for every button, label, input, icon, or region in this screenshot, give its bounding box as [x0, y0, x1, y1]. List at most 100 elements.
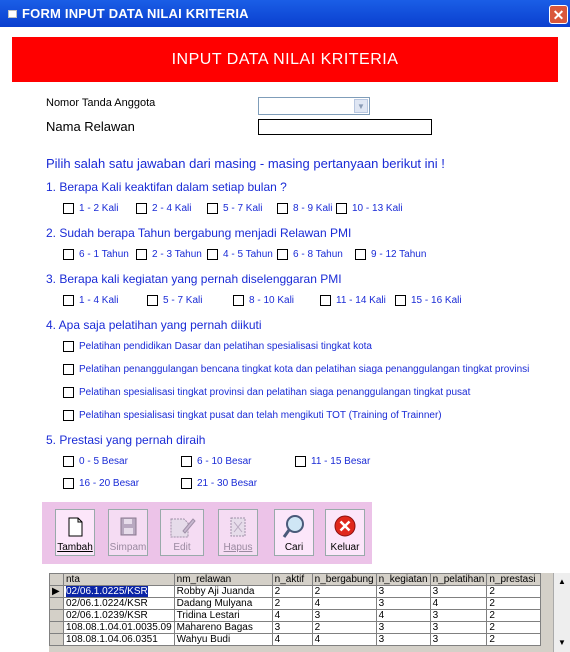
table-cell[interactable]: 3: [429, 609, 488, 622]
table-cell[interactable]: 4: [311, 633, 377, 646]
table-cell[interactable]: 2: [311, 621, 377, 634]
table-cell[interactable]: 4: [271, 633, 313, 646]
q3-option-5[interactable]: 15 - 16 Kali: [395, 295, 462, 306]
q5-option-5[interactable]: 21 - 30 Besar: [181, 478, 257, 489]
checkbox[interactable]: [336, 203, 347, 214]
column-header[interactable]: nm_relawan: [173, 573, 273, 586]
checkbox[interactable]: [63, 203, 74, 214]
q4-option-4[interactable]: Pelatihan spesialisasi tingkat pusat dan…: [63, 410, 442, 421]
table-row[interactable]: ▶ 02/06.1.0225/KSR Robby Aji Juanda 2 2 …: [49, 585, 542, 598]
q4-option-1[interactable]: Pelatihan pendidikan Dasar dan pelatihan…: [63, 341, 372, 352]
checkbox[interactable]: [395, 295, 406, 306]
q3-option-3[interactable]: 8 - 10 Kali: [233, 295, 294, 306]
table-cell[interactable]: 3: [271, 621, 313, 634]
edit-button[interactable]: Edit: [160, 509, 204, 556]
table-cell[interactable]: 3: [375, 633, 431, 646]
column-header[interactable]: n_prestasi: [486, 573, 542, 586]
table-cell[interactable]: 4: [375, 609, 431, 622]
table-cell[interactable]: 2: [486, 609, 542, 622]
q5-option-1[interactable]: 0 - 5 Besar: [63, 456, 128, 467]
checkbox[interactable]: [295, 456, 306, 467]
table-cell[interactable]: 3: [429, 633, 488, 646]
checkbox[interactable]: [277, 249, 288, 260]
q4-option-2[interactable]: Pelatihan penanggulangan bencana tingkat…: [63, 364, 529, 375]
checkbox[interactable]: [277, 203, 288, 214]
checkbox[interactable]: [181, 456, 192, 467]
column-header[interactable]: nta: [63, 573, 175, 586]
table-cell[interactable]: Dadang Mulyana: [173, 597, 273, 610]
column-header[interactable]: n_kegiatan: [375, 573, 431, 586]
column-header[interactable]: n_pelatihan: [429, 573, 488, 586]
checkbox[interactable]: [63, 341, 74, 352]
q3-option-2[interactable]: 5 - 7 Kali: [147, 295, 202, 306]
q2-option-1[interactable]: 6 - 1 Tahun: [63, 249, 129, 260]
table-cell[interactable]: 3: [375, 585, 431, 598]
table-cell[interactable]: 2: [271, 597, 313, 610]
q2-option-2[interactable]: 2 - 3 Tahun: [136, 249, 202, 260]
q5-option-4[interactable]: 16 - 20 Besar: [63, 478, 139, 489]
table-cell[interactable]: 3: [311, 609, 377, 622]
table-cell[interactable]: 108.08.1.04.06.0351: [63, 633, 175, 646]
close-button[interactable]: ✕: [549, 5, 568, 24]
checkbox[interactable]: [63, 249, 74, 260]
table-cell[interactable]: 2: [486, 633, 542, 646]
table-cell[interactable]: Wahyu Budi: [173, 633, 273, 646]
table-cell[interactable]: 2: [486, 621, 542, 634]
table-cell[interactable]: 4: [271, 609, 313, 622]
table-cell[interactable]: 3: [429, 621, 488, 634]
table-cell[interactable]: 108.08.1.04.01.0035.09: [63, 621, 175, 634]
column-header[interactable]: n_bergabung: [311, 573, 377, 586]
checkbox[interactable]: [320, 295, 331, 306]
table-cell[interactable]: 3: [375, 597, 431, 610]
table-cell[interactable]: 3: [429, 585, 488, 598]
table-cell[interactable]: Tridina Lestari: [173, 609, 273, 622]
checkbox[interactable]: [63, 295, 74, 306]
table-row[interactable]: 02/06.1.0224/KSR Dadang Mulyana 2 4 3 4 …: [49, 597, 542, 610]
q3-option-4[interactable]: 11 - 14 Kali: [320, 295, 386, 306]
table-cell[interactable]: 2: [271, 585, 313, 598]
table-cell[interactable]: 02/06.1.0224/KSR: [63, 597, 175, 610]
table-cell[interactable]: 02/06.1.0239/KSR: [63, 609, 175, 622]
scroll-down-icon[interactable]: ▼: [554, 636, 570, 650]
checkbox[interactable]: [136, 203, 147, 214]
checkbox[interactable]: [233, 295, 244, 306]
nomor-anggota-combo[interactable]: ▼: [258, 97, 370, 115]
table-cell[interactable]: 4: [429, 597, 488, 610]
table-cell[interactable]: 02/06.1.0225/KSR: [63, 585, 175, 598]
checkbox[interactable]: [181, 478, 192, 489]
table-cell[interactable]: 2: [486, 597, 542, 610]
data-grid[interactable]: nta nm_relawan n_aktif n_bergabung n_keg…: [49, 573, 569, 652]
q5-option-2[interactable]: 6 - 10 Besar: [181, 456, 251, 467]
table-cell[interactable]: Mahareno Bagas: [173, 621, 273, 634]
checkbox[interactable]: [63, 364, 74, 375]
checkbox[interactable]: [63, 410, 74, 421]
cari-button[interactable]: Cari: [274, 509, 314, 556]
checkbox[interactable]: [63, 387, 74, 398]
q2-option-5[interactable]: 9 - 12 Tahun: [355, 249, 426, 260]
q2-option-4[interactable]: 6 - 8 Tahun: [277, 249, 343, 260]
checkbox[interactable]: [63, 478, 74, 489]
table-row[interactable]: 108.08.1.04.06.0351 Wahyu Budi 4 4 3 3 2: [49, 633, 542, 646]
vertical-scrollbar[interactable]: ▲ ▼: [553, 573, 570, 652]
table-cell[interactable]: 3: [375, 621, 431, 634]
checkbox[interactable]: [207, 249, 218, 260]
scroll-up-icon[interactable]: ▲: [554, 575, 570, 589]
table-row[interactable]: 108.08.1.04.01.0035.09 Mahareno Bagas 3 …: [49, 621, 542, 634]
q1-option-4[interactable]: 8 - 9 Kali: [277, 203, 332, 214]
nama-relawan-input[interactable]: [258, 119, 432, 135]
q1-option-3[interactable]: 5 - 7 Kali: [207, 203, 262, 214]
q5-option-3[interactable]: 11 - 15 Besar: [295, 456, 370, 467]
q2-option-3[interactable]: 4 - 5 Tahun: [207, 249, 273, 260]
chevron-down-icon[interactable]: ▼: [354, 99, 368, 113]
table-cell[interactable]: 4: [311, 597, 377, 610]
table-cell[interactable]: 2: [486, 585, 542, 598]
table-cell[interactable]: 2: [311, 585, 377, 598]
q1-option-2[interactable]: 2 - 4 Kali: [136, 203, 191, 214]
checkbox[interactable]: [63, 456, 74, 467]
q1-option-1[interactable]: 1 - 2 Kali: [63, 203, 118, 214]
q3-option-1[interactable]: 1 - 4 Kali: [63, 295, 118, 306]
hapus-button[interactable]: Hapus: [218, 509, 258, 556]
column-header[interactable]: n_aktif: [271, 573, 313, 586]
keluar-button[interactable]: Keluar: [325, 509, 365, 556]
q1-option-5[interactable]: 10 - 13 Kali: [336, 203, 403, 214]
